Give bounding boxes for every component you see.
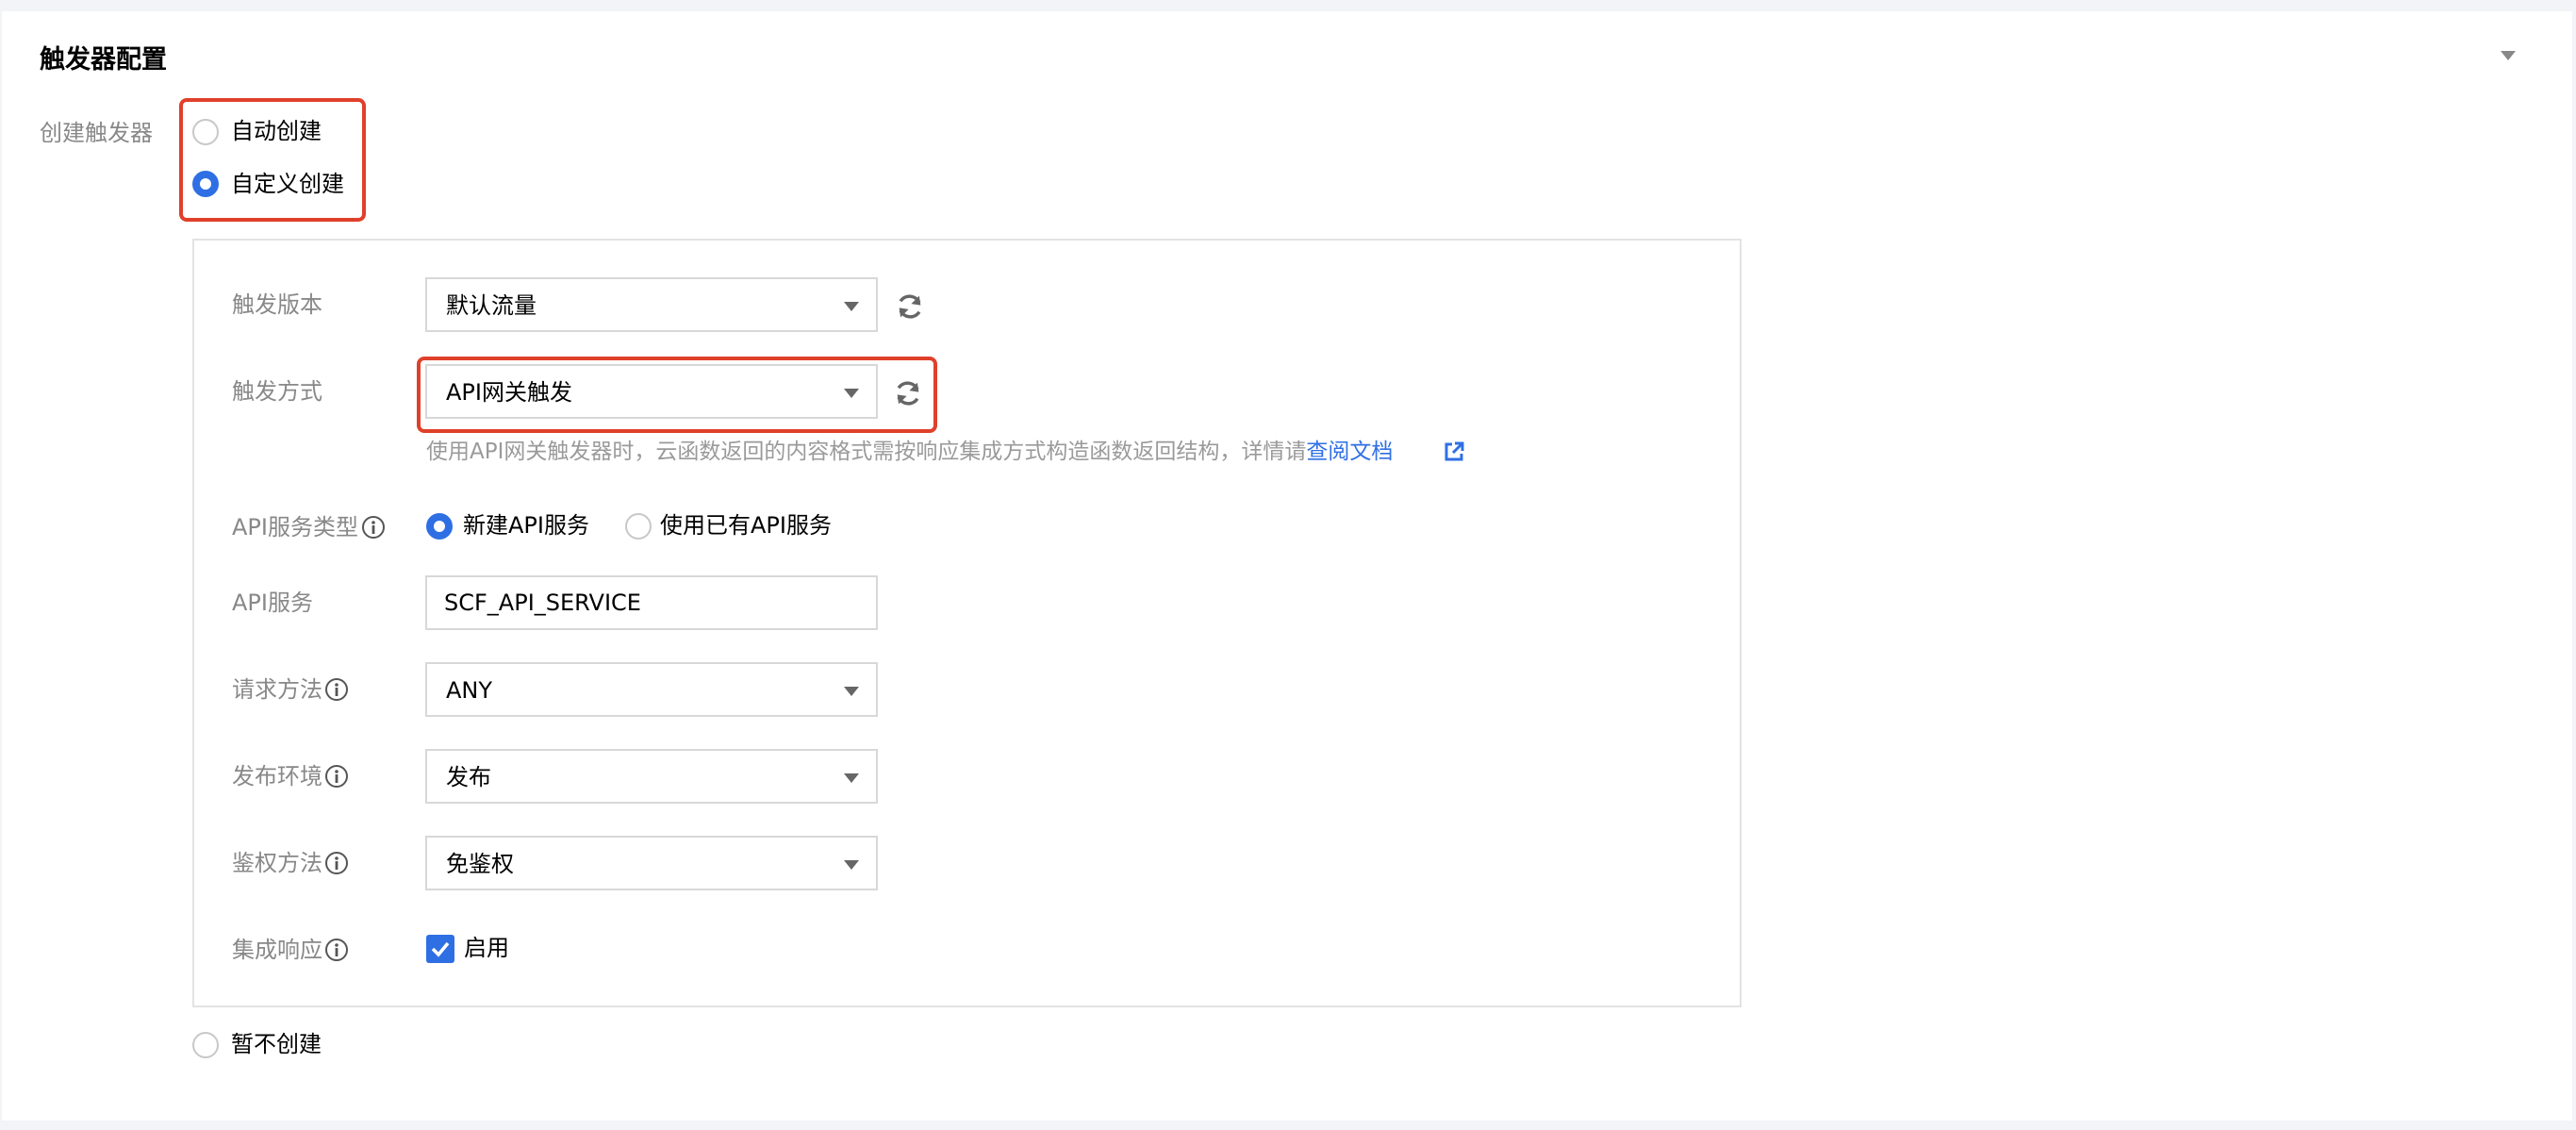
chevron-down-icon [844,773,859,783]
api-service-type-label: API服务类型 [232,511,358,543]
trigger-version-select[interactable]: 默认流量 [425,277,878,332]
docs-link[interactable]: 查阅文档 [1306,440,1393,464]
chevron-down-icon [844,687,859,696]
radio-custom-create-label[interactable]: 自定义创建 [231,168,344,200]
create-trigger-label: 创建触发器 [40,117,153,149]
info-icon[interactable] [324,764,349,789]
trigger-method-hint: 使用API网关触发器时，云函数返回的内容格式需按响应集成方式构造函数返回结构，详… [426,436,1393,468]
radio-new-api-service-label[interactable]: 新建API服务 [463,509,589,541]
radio-no-create[interactable] [192,1032,219,1058]
collapse-chevron-icon[interactable] [2501,51,2516,60]
auth-method-value: 免鉴权 [446,848,514,880]
request-method-select[interactable]: ANY [425,662,878,717]
trigger-version-value: 默认流量 [446,290,537,322]
radio-existing-api-service[interactable] [625,513,652,540]
section-title: 触发器配置 [40,42,167,79]
info-icon[interactable] [361,515,386,540]
trigger-method-value: API网关触发 [446,376,572,408]
api-service-label: API服务 [232,587,313,619]
integrated-response-checkbox-label[interactable]: 启用 [464,932,509,964]
external-link-icon[interactable] [1443,440,1465,463]
api-service-field[interactable] [425,575,878,630]
radio-auto-create-label[interactable]: 自动创建 [231,115,322,147]
radio-new-api-service[interactable] [426,513,453,540]
auth-method-label: 鉴权方法 [232,847,322,879]
auth-method-select[interactable]: 免鉴权 [425,836,878,890]
request-method-label: 请求方法 [232,673,322,706]
checkmark-icon [426,935,454,963]
radio-no-create-label[interactable]: 暂不创建 [231,1028,322,1060]
environment-value: 发布 [446,761,491,793]
environment-label: 发布环境 [232,760,322,792]
radio-auto-create[interactable] [192,119,219,145]
radio-custom-create[interactable] [192,171,219,197]
trigger-method-label: 触发方式 [232,375,322,407]
info-icon[interactable] [324,677,349,702]
trigger-version-label: 触发版本 [232,289,322,321]
page-bottom-strip [0,1121,2576,1130]
chevron-down-icon [844,302,859,311]
api-service-input[interactable] [444,587,859,619]
chevron-down-icon [844,860,859,870]
radio-existing-api-service-label[interactable]: 使用已有API服务 [660,509,832,541]
chevron-down-icon [844,389,859,398]
info-icon[interactable] [324,938,349,962]
environment-select[interactable]: 发布 [425,749,878,804]
info-icon[interactable] [324,851,349,875]
integrated-response-checkbox[interactable] [426,935,454,963]
refresh-icon[interactable] [892,377,924,409]
refresh-icon[interactable] [894,291,926,323]
integrated-response-label: 集成响应 [232,934,322,966]
hint-text: 使用API网关触发器时，云函数返回的内容格式需按响应集成方式构造函数返回结构，详… [426,440,1306,464]
trigger-method-select[interactable]: API网关触发 [425,364,878,419]
request-method-value: ANY [446,674,492,706]
